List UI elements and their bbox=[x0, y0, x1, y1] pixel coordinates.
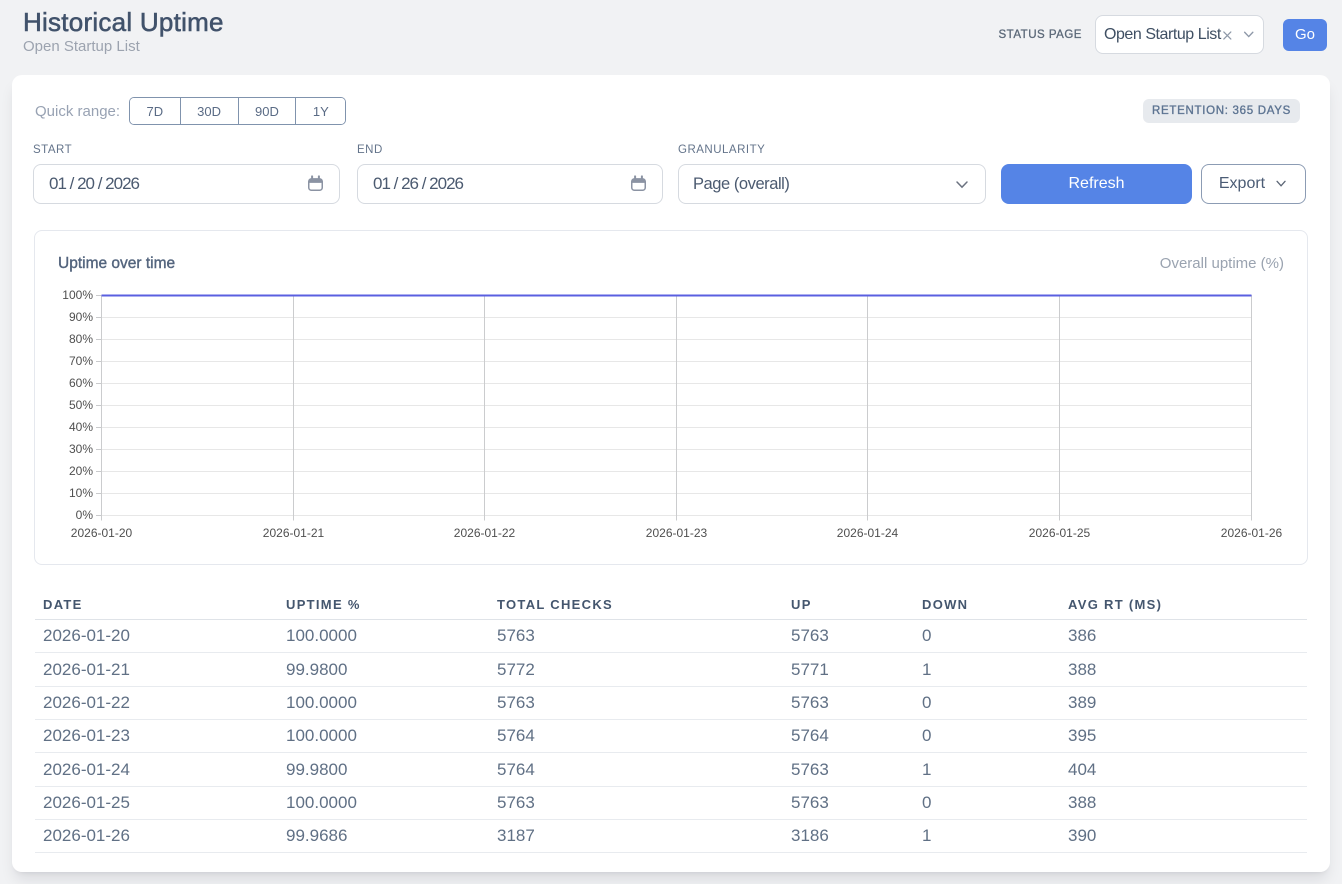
svg-text:2026-01-22: 2026-01-22 bbox=[454, 526, 516, 540]
svg-text:20%: 20% bbox=[69, 464, 93, 478]
svg-text:60%: 60% bbox=[69, 376, 93, 390]
svg-text:2026-01-21: 2026-01-21 bbox=[263, 526, 325, 540]
svg-text:2026-01-26: 2026-01-26 bbox=[1221, 526, 1283, 540]
svg-text:80%: 80% bbox=[69, 332, 93, 346]
svg-text:10%: 10% bbox=[69, 486, 93, 500]
svg-text:50%: 50% bbox=[69, 398, 93, 412]
svg-text:2026-01-24: 2026-01-24 bbox=[837, 526, 899, 540]
svg-text:90%: 90% bbox=[69, 310, 93, 324]
svg-text:30%: 30% bbox=[69, 442, 93, 456]
svg-text:2026-01-20: 2026-01-20 bbox=[71, 526, 133, 540]
svg-text:100%: 100% bbox=[62, 288, 93, 302]
svg-text:0%: 0% bbox=[76, 508, 94, 522]
svg-text:2026-01-23: 2026-01-23 bbox=[646, 526, 708, 540]
svg-text:70%: 70% bbox=[69, 354, 93, 368]
svg-text:40%: 40% bbox=[69, 420, 93, 434]
svg-text:2026-01-25: 2026-01-25 bbox=[1029, 526, 1091, 540]
